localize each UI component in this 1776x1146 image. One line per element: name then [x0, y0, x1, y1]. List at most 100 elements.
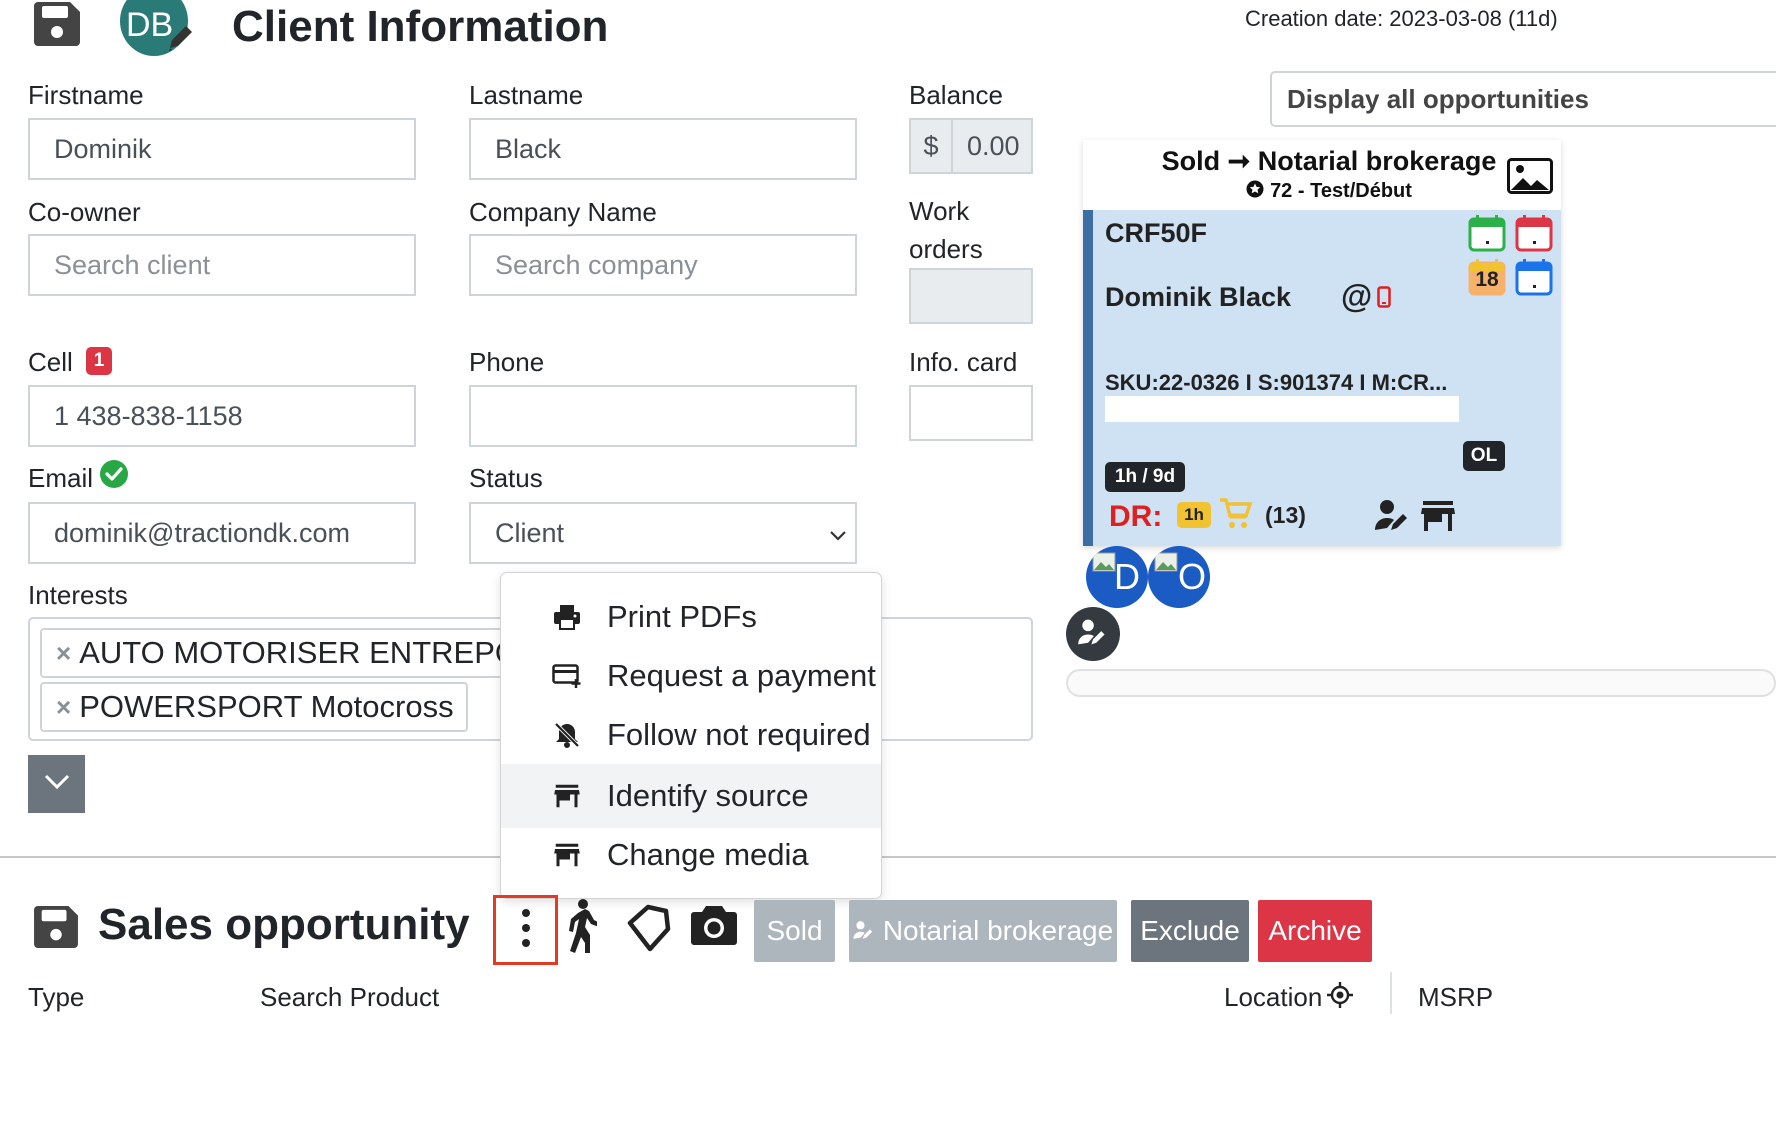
dr-label: DR:: [1109, 500, 1163, 533]
msrp-label: MSRP: [1418, 982, 1494, 1012]
user-edit-icon[interactable]: [1375, 498, 1411, 537]
calendar-green-icon[interactable]: [1468, 214, 1506, 257]
card-title: Sold ➞ Notarial brokerage: [1161, 146, 1497, 176]
interest-chip-label: POWERSPORT Motocross: [79, 689, 454, 724]
bell-off-icon: [551, 719, 583, 751]
tag-icon[interactable]: [624, 903, 672, 958]
avatar[interactable]: DB: [120, 0, 202, 58]
menu-item-request-payment[interactable]: Request a payment: [501, 644, 881, 708]
chevron-down-icon: [829, 518, 847, 549]
more-options-button[interactable]: [493, 895, 558, 965]
mobile-phone-icon[interactable]: [1377, 286, 1391, 313]
column-divider: [1390, 972, 1392, 1014]
walking-person-icon[interactable]: [563, 899, 600, 958]
display-all-label: Display all opportunities: [1287, 83, 1589, 114]
calendar-blue-icon[interactable]: [1515, 258, 1553, 301]
crosshair-icon[interactable]: [1327, 982, 1353, 1013]
phone-label: Phone: [469, 347, 545, 377]
balance-label: Balance: [909, 80, 1003, 110]
info-card-label: Info. card: [909, 347, 1018, 377]
store-icon[interactable]: [1421, 500, 1455, 537]
archive-button[interactable]: Archive: [1258, 900, 1372, 962]
coowner-search-input[interactable]: Search client: [28, 234, 416, 296]
credit-card-plus-icon: [551, 660, 583, 692]
assigned-avatar[interactable]: O: [1148, 546, 1210, 608]
cell-field[interactable]: 1 438-838-1158: [28, 385, 416, 447]
lastname-field[interactable]: Black: [469, 118, 857, 180]
sales-title: Sales opportunity: [98, 900, 470, 949]
interests-label: Interests: [28, 580, 128, 610]
page-title: Client Information: [232, 2, 609, 51]
cell-count-badge: 1: [86, 347, 112, 375]
coowner-label: Co-owner: [28, 197, 141, 227]
remove-x-icon[interactable]: ×: [56, 638, 71, 669]
chevron-down-icon: [44, 774, 70, 795]
avatar-letter: O: [1178, 556, 1207, 597]
star-circle-icon: [1246, 180, 1264, 203]
ol-tag: OL: [1463, 441, 1505, 471]
menu-item-label: Change media: [607, 837, 809, 872]
opportunity-card[interactable]: Sold ➞ Notarial brokerage 72 - Test/Débu…: [1083, 140, 1561, 546]
email-at-icon[interactable]: @: [1341, 278, 1372, 315]
user-edit-icon: [853, 915, 875, 947]
status-value: Client: [495, 517, 565, 548]
menu-item-print-pdfs[interactable]: Print PDFs: [501, 585, 881, 649]
vertical-dots-icon: [521, 908, 531, 953]
expand-toggle-button[interactable]: [28, 755, 85, 813]
notarial-brokerage-label: Notarial brokerage: [882, 915, 1114, 946]
info-card-field[interactable]: [909, 385, 1033, 441]
menu-item-label: Follow not required: [607, 717, 871, 752]
card-sku-line: SKU:22-0326 I S:901374 I M:CR...: [1105, 370, 1448, 395]
interest-chip[interactable]: × POWERSPORT Motocross: [40, 682, 468, 732]
lastname-label: Lastname: [469, 80, 584, 110]
status-select[interactable]: Client: [469, 502, 857, 564]
company-label: Company Name: [469, 197, 657, 227]
assign-user-button[interactable]: [1066, 607, 1120, 661]
broken-image-icon: [1154, 552, 1178, 577]
work-orders-label-line1: Work: [909, 196, 970, 226]
printer-icon: [551, 601, 583, 633]
calendar-red-icon[interactable]: [1515, 214, 1553, 257]
work-orders-label: Work orders: [909, 192, 983, 268]
save-icon[interactable]: [34, 2, 80, 46]
verified-check-icon: [100, 460, 128, 488]
menu-item-identify-source[interactable]: Identify source: [501, 764, 881, 828]
calendar-orange-icon[interactable]: 18: [1468, 258, 1506, 296]
exclude-button[interactable]: Exclude: [1131, 900, 1249, 962]
user-edit-icon: [1078, 618, 1108, 651]
status-label: Status: [469, 463, 543, 493]
cart-icon[interactable]: [1218, 496, 1253, 535]
company-search-input[interactable]: Search company: [469, 234, 857, 296]
menu-item-label: Identify source: [607, 778, 809, 813]
menu-item-follow-not-required[interactable]: Follow not required: [501, 703, 881, 767]
horizontal-scrollbar[interactable]: [1066, 669, 1776, 697]
type-column-label: Type: [28, 982, 85, 1012]
save-icon[interactable]: [34, 906, 78, 948]
image-icon[interactable]: [1507, 158, 1553, 199]
currency-symbol: $: [911, 120, 953, 172]
card-subtitle-row: 72 - Test/Début: [1083, 180, 1575, 203]
assigned-avatar[interactable]: D: [1086, 546, 1148, 608]
store-icon: [551, 839, 583, 871]
store-icon: [551, 780, 583, 812]
sold-button[interactable]: Sold: [754, 900, 835, 962]
menu-item-label: Request a payment: [607, 658, 876, 693]
section-divider: [0, 856, 1776, 858]
email-field[interactable]: dominik@tractiondk.com: [28, 502, 416, 564]
remove-x-icon[interactable]: ×: [56, 692, 71, 723]
search-product-label: Search Product: [260, 982, 440, 1012]
firstname-label: Firstname: [28, 80, 144, 110]
edit-pencil-icon[interactable]: [164, 22, 198, 61]
menu-item-change-media[interactable]: Change media: [501, 823, 881, 887]
camera-icon[interactable]: [690, 904, 738, 951]
display-all-opportunities-button[interactable]: Display all opportunities: [1270, 71, 1776, 127]
card-code: CRF50F: [1105, 218, 1208, 248]
dr-time-tag: 1h: [1177, 502, 1211, 528]
notarial-brokerage-button[interactable]: Notarial brokerage: [849, 900, 1117, 962]
firstname-field[interactable]: Dominik: [28, 118, 416, 180]
card-client-name[interactable]: Dominik Black: [1105, 282, 1291, 313]
work-orders-field: [909, 268, 1033, 324]
phone-field[interactable]: [469, 385, 857, 447]
card-white-bar: [1105, 396, 1459, 422]
card-body[interactable]: CRF50F 18 Dominik Black @ SKU:22-0326 I …: [1083, 210, 1561, 546]
